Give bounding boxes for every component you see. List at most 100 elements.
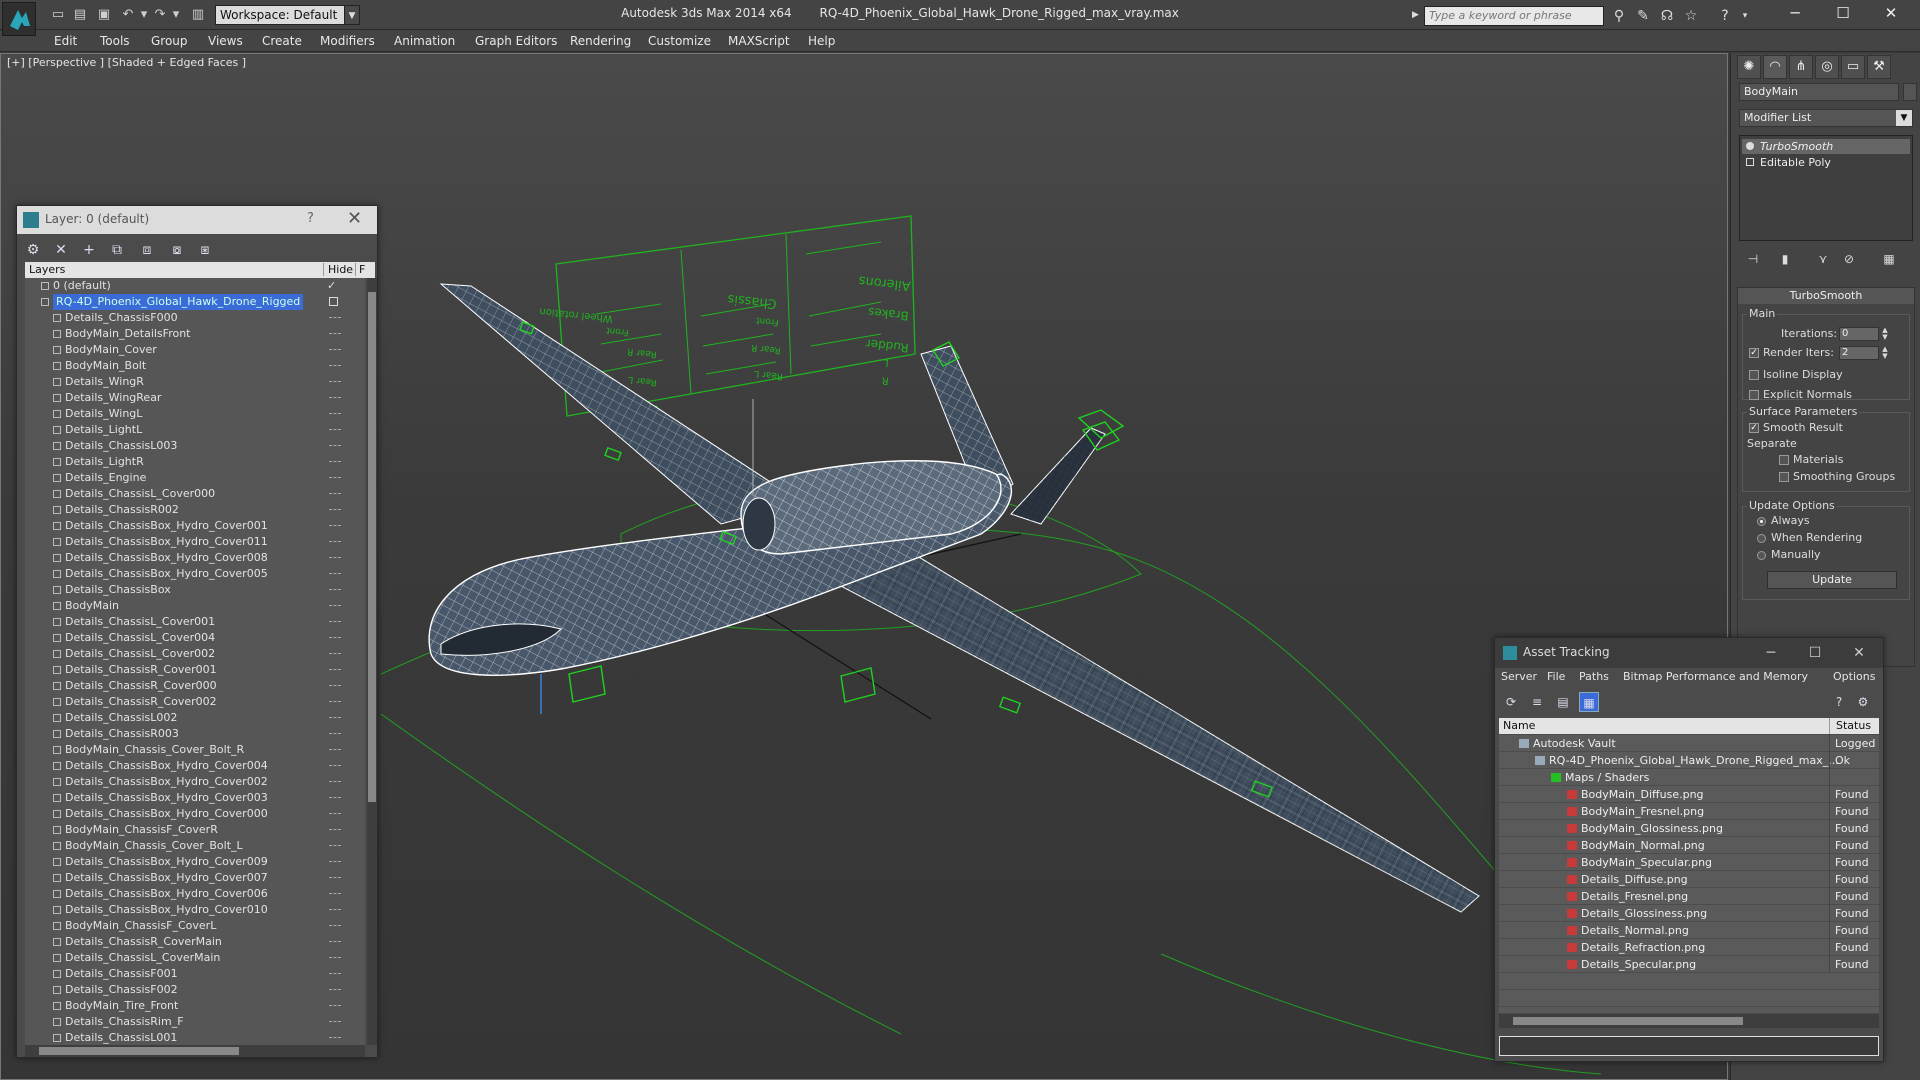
hide-toggle[interactable] [329, 493, 341, 495]
asset-row[interactable]: Maps / Shaders [1499, 769, 1879, 786]
project-folder-icon[interactable]: ▥ [190, 7, 206, 23]
current-layer-check-icon[interactable]: ✓ [327, 278, 336, 294]
layer-row[interactable]: Details_ChassisBox_Hydro_Cover010 [25, 902, 365, 918]
hide-toggle[interactable] [329, 397, 341, 399]
asset-menu-bitmap-performance[interactable]: Bitmap Performance and Memory [1623, 670, 1808, 683]
layer-row[interactable]: Details_ChassisBox [25, 582, 365, 598]
lightbulb-icon[interactable] [1746, 142, 1754, 150]
asset-row[interactable]: Details_Fresnel.png Found [1499, 888, 1879, 905]
layer-row[interactable]: Details_ChassisBox_Hydro_Cover008 [25, 550, 365, 566]
hide-toggle[interactable] [329, 1037, 341, 1039]
hide-toggle[interactable] [329, 941, 341, 943]
layer-row[interactable]: Details_WingL [25, 406, 365, 422]
layer-row[interactable]: Details_ChassisBox_Hydro_Cover007 [25, 870, 365, 886]
hide-toggle[interactable] [329, 813, 341, 815]
object-name-field[interactable]: BodyMain [1739, 83, 1899, 101]
table-view-icon[interactable]: ▦ [1579, 692, 1599, 712]
layer-row[interactable]: Details_ChassisBox_Hydro_Cover011 [25, 534, 365, 550]
delete-layer-icon[interactable]: ✕ [51, 240, 71, 260]
hide-toggle[interactable] [329, 297, 338, 306]
layer-row[interactable]: Details_Engine [25, 470, 365, 486]
refresh-icon[interactable]: ⟳ [1501, 692, 1521, 712]
layer-row[interactable]: Details_ChassisR_CoverMain [25, 934, 365, 950]
layer-row[interactable]: Details_ChassisL002 [25, 710, 365, 726]
hide-toggle[interactable] [329, 845, 341, 847]
layer-row[interactable]: BodyMain_ChassisF_CoverR [25, 822, 365, 838]
display-tab-icon[interactable]: ▭ [1841, 55, 1865, 79]
menu-group[interactable]: Group [151, 30, 188, 52]
layer-row[interactable]: Details_ChassisBox_Hydro_Cover000 [25, 806, 365, 822]
layer-row[interactable]: Details_LightL [25, 422, 365, 438]
menu-create[interactable]: Create [262, 30, 302, 52]
new-file-icon[interactable]: ▭ [50, 7, 66, 23]
help-icon[interactable]: ? [1829, 692, 1849, 712]
menu-graph-editors[interactable]: Graph Editors [475, 30, 557, 52]
hide-all-layers-icon[interactable]: ⧆ [195, 240, 215, 260]
menu-rendering[interactable]: Rendering [570, 30, 631, 52]
render-iters-spinner[interactable]: 2 [1839, 346, 1879, 360]
layer-row[interactable]: Details_ChassisRim_F [25, 1014, 365, 1030]
hide-toggle[interactable] [329, 893, 341, 895]
hide-toggle[interactable] [329, 877, 341, 879]
hide-toggle[interactable] [329, 653, 341, 655]
hide-toggle[interactable] [329, 909, 341, 911]
make-unique-icon[interactable]: ⋎ [1813, 249, 1833, 269]
spinner-arrows-icon[interactable]: ▲ ▼ [1881, 327, 1889, 341]
hide-toggle[interactable] [329, 1021, 341, 1023]
stack-item-editable-poly[interactable]: Editable Poly [1742, 155, 1910, 170]
col-status[interactable]: Status [1829, 718, 1871, 734]
layer-row[interactable]: Details_ChassisL_CoverMain [25, 950, 365, 966]
layer-row[interactable]: Details_ChassisL_Cover000 [25, 486, 365, 502]
hide-toggle[interactable] [329, 1005, 341, 1007]
detail-view-icon[interactable]: ▤ [1553, 692, 1573, 712]
col-name[interactable]: Name [1503, 719, 1535, 732]
favorites-star-icon[interactable]: ☆ [1680, 6, 1702, 26]
hide-toggle[interactable] [329, 637, 341, 639]
select-in-layer-icon[interactable]: ⧈ [137, 240, 157, 260]
menu-customize[interactable]: Customize [648, 30, 711, 52]
layer-row[interactable]: RQ-4D_Phoenix_Global_Hawk_Drone_Rigged [25, 294, 365, 310]
list-view-icon[interactable]: ≡ [1527, 692, 1547, 712]
materials-checkbox[interactable] [1779, 455, 1789, 465]
hide-toggle[interactable] [329, 589, 341, 591]
layer-row[interactable]: BodyMain_Cover [25, 342, 365, 358]
asset-row[interactable]: Details_Normal.png Found [1499, 922, 1879, 939]
search-expand-icon[interactable]: ▶ [1412, 6, 1424, 24]
stack-item-turbosmooth[interactable]: TurboSmooth [1742, 139, 1910, 154]
object-color-swatch[interactable] [1903, 83, 1917, 101]
asset-panel-titlebar[interactable]: Asset Tracking ─ ☐ ✕ [1495, 638, 1883, 668]
layer-row[interactable]: Details_ChassisF000 [25, 310, 365, 326]
layer-row[interactable]: Details_ChassisR_Cover002 [25, 694, 365, 710]
layer-row[interactable]: Details_WingRear [25, 390, 365, 406]
search-input[interactable]: Type a keyword or phrase [1424, 6, 1604, 26]
hide-toggle[interactable] [329, 541, 341, 543]
hide-toggle[interactable] [329, 733, 341, 735]
layer-row[interactable]: Details_ChassisBox_Hydro_Cover004 [25, 758, 365, 774]
layer-row[interactable]: Details_ChassisL003 [25, 438, 365, 454]
hide-toggle[interactable] [329, 477, 341, 479]
layer-panel-titlebar[interactable]: Layer: 0 (default) ? ✕ [17, 206, 377, 234]
layer-row[interactable]: Details_ChassisBox_Hydro_Cover005 [25, 566, 365, 582]
hide-toggle[interactable] [329, 445, 341, 447]
layer-row[interactable]: Details_ChassisBox_Hydro_Cover001 [25, 518, 365, 534]
menu-animation[interactable]: Animation [394, 30, 455, 52]
asset-menu-server[interactable]: Server [1501, 670, 1537, 683]
hide-toggle[interactable] [329, 861, 341, 863]
hide-toggle[interactable] [329, 605, 341, 607]
utilities-tab-icon[interactable]: ⚒ [1867, 55, 1891, 79]
layer-row[interactable]: BodyMain_ChassisF_CoverL [25, 918, 365, 934]
hide-toggle[interactable] [329, 829, 341, 831]
hide-toggle[interactable] [329, 973, 341, 975]
hide-toggle[interactable] [329, 669, 341, 671]
layer-horizontal-scrollbar[interactable] [25, 1045, 365, 1057]
hide-toggle[interactable] [329, 749, 341, 751]
when-rendering-radio[interactable] [1757, 534, 1766, 543]
hide-toggle[interactable] [329, 989, 341, 991]
redo-dropdown-icon[interactable]: ▾ [168, 7, 184, 23]
menu-modifiers[interactable]: Modifiers [320, 30, 375, 52]
hide-toggle[interactable] [329, 381, 341, 383]
remove-modifier-icon[interactable]: ⊘ [1839, 249, 1859, 269]
scroll-thumb[interactable] [368, 292, 376, 802]
layer-row[interactable]: 0 (default) ✓ [25, 278, 365, 294]
asset-row[interactable]: Details_Glossiness.png Found [1499, 905, 1879, 922]
